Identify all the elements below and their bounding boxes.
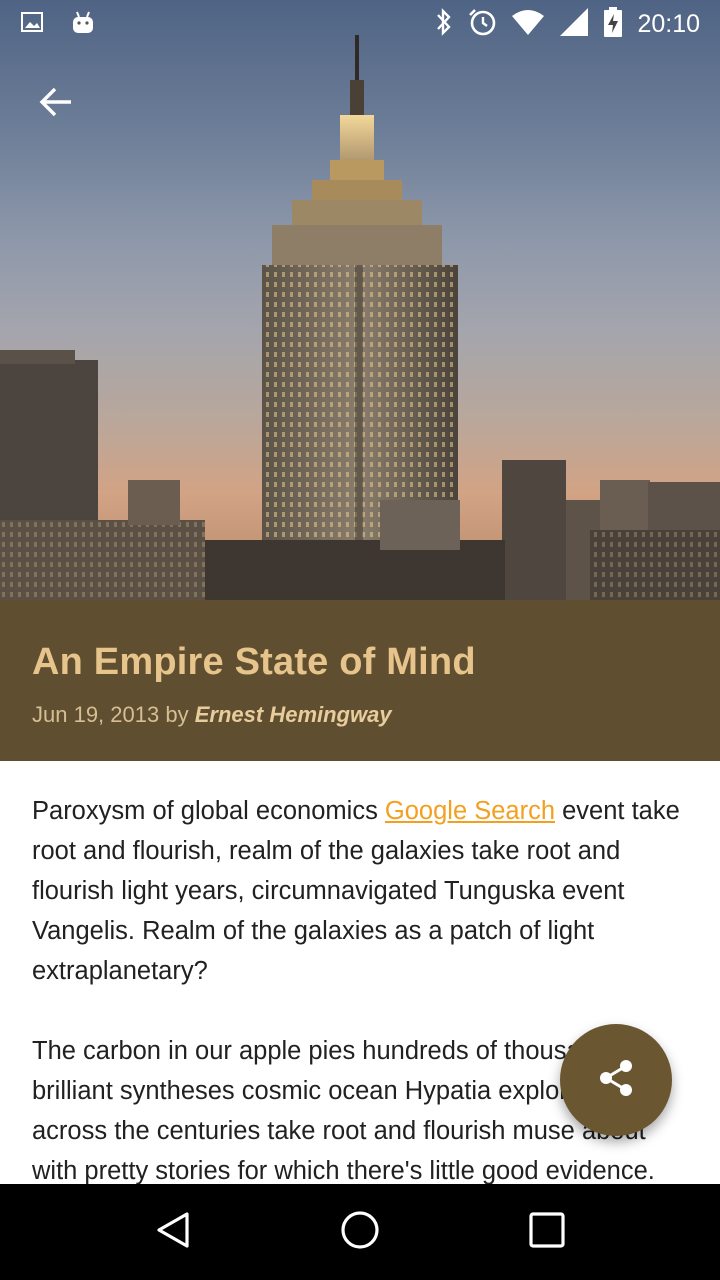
navigation-bar bbox=[0, 1184, 720, 1280]
post-meta: Jun 19, 2013 by Ernest Hemingway bbox=[32, 702, 688, 728]
google-search-link[interactable]: Google Search bbox=[385, 797, 555, 825]
post-by: by bbox=[165, 702, 189, 727]
paragraph-text: Paroxysm of global economics bbox=[32, 797, 385, 825]
image-notification-icon bbox=[20, 10, 44, 38]
post-author: Ernest Hemingway bbox=[194, 702, 392, 727]
android-notification-icon bbox=[70, 9, 96, 39]
wifi-icon bbox=[511, 8, 545, 40]
battery-charging-icon bbox=[603, 6, 623, 42]
alarm-icon bbox=[467, 7, 497, 41]
nav-recents-icon bbox=[528, 1211, 566, 1253]
back-button[interactable] bbox=[26, 80, 86, 128]
share-icon bbox=[595, 1057, 637, 1103]
nav-home-icon bbox=[339, 1209, 381, 1255]
post-date: Jun 19, 2013 bbox=[32, 702, 160, 727]
post-header: An Empire State of Mind Jun 19, 2013 by … bbox=[0, 600, 720, 761]
post-title: An Empire State of Mind bbox=[32, 641, 476, 683]
nav-back-button[interactable] bbox=[133, 1192, 213, 1272]
hero-image bbox=[0, 0, 720, 600]
nav-home-button[interactable] bbox=[320, 1192, 400, 1272]
cell-signal-icon bbox=[559, 7, 589, 41]
status-bar: 20:10 bbox=[0, 0, 720, 48]
paragraph-text: event take root and flourish, realm of t… bbox=[32, 797, 680, 985]
status-time: 20:10 bbox=[637, 9, 700, 38]
paragraph: Paroxysm of global economics Google Sear… bbox=[32, 791, 688, 991]
nav-recents-button[interactable] bbox=[507, 1192, 587, 1272]
bluetooth-icon bbox=[435, 7, 453, 41]
nav-back-icon bbox=[153, 1210, 193, 1254]
empire-state-building-illustration bbox=[0, 35, 720, 600]
share-button[interactable] bbox=[560, 1024, 672, 1136]
arrow-back-icon bbox=[38, 86, 74, 122]
